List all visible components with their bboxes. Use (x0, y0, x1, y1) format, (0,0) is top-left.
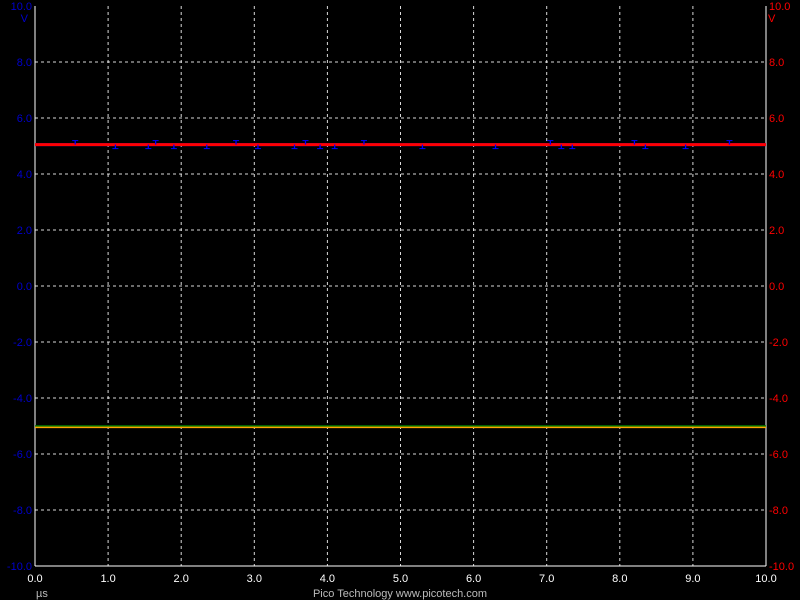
y-tick-label-left: -2.0 (13, 337, 32, 349)
x-tick-label: 2.0 (174, 573, 189, 585)
x-tick-label: 6.0 (466, 573, 481, 585)
y-tick-label-left: 6.0 (17, 113, 32, 125)
y-tick-label-left: 10.0 (11, 1, 32, 13)
left-axis-unit: V (21, 13, 29, 25)
x-tick-label: 9.0 (685, 573, 700, 585)
x-tick-label: 10.0 (755, 573, 776, 585)
x-tick-label: 5.0 (393, 573, 408, 585)
y-tick-label-left: -8.0 (13, 505, 32, 517)
y-tick-label-right: 6.0 (769, 113, 784, 125)
y-tick-label-right: 2.0 (769, 225, 784, 237)
x-tick-label: 0.0 (27, 573, 42, 585)
y-tick-label-right: 10.0 (769, 1, 790, 13)
y-tick-label-left: -10.0 (7, 561, 32, 573)
y-tick-label-left: 4.0 (17, 169, 32, 181)
x-tick-label: 1.0 (100, 573, 115, 585)
y-tick-label-right: -2.0 (769, 337, 788, 349)
y-tick-label-right: -6.0 (769, 449, 788, 461)
y-tick-label-right: 4.0 (769, 169, 784, 181)
y-tick-label-right: 0.0 (769, 281, 784, 293)
x-axis-unit: µs (36, 588, 48, 600)
right-axis-unit: V (768, 13, 776, 25)
y-tick-label-right: -8.0 (769, 505, 788, 517)
x-tick-label: 7.0 (539, 573, 554, 585)
x-tick-label: 3.0 (247, 573, 262, 585)
y-tick-label-right: -10.0 (769, 561, 794, 573)
footer-brand: Pico Technology www.picotech.com (313, 588, 487, 600)
y-tick-label-right: -4.0 (769, 393, 788, 405)
oscilloscope-chart: 0.0 1.0 2.0 3.0 4.0 5.0 6.0 7.0 8.0 9.0 10.0 10.0 8.… (0, 0, 800, 600)
y-tick-label-left: -6.0 (13, 449, 32, 461)
x-tick-label: 8.0 (612, 573, 627, 585)
y-tick-label-left: 0.0 (17, 281, 32, 293)
y-tick-label-left: 2.0 (17, 225, 32, 237)
x-tick-label: 4.0 (320, 573, 335, 585)
y-tick-label-left: 8.0 (17, 57, 32, 69)
y-tick-label-right: 8.0 (769, 57, 784, 69)
y-tick-label-left: -4.0 (13, 393, 32, 405)
